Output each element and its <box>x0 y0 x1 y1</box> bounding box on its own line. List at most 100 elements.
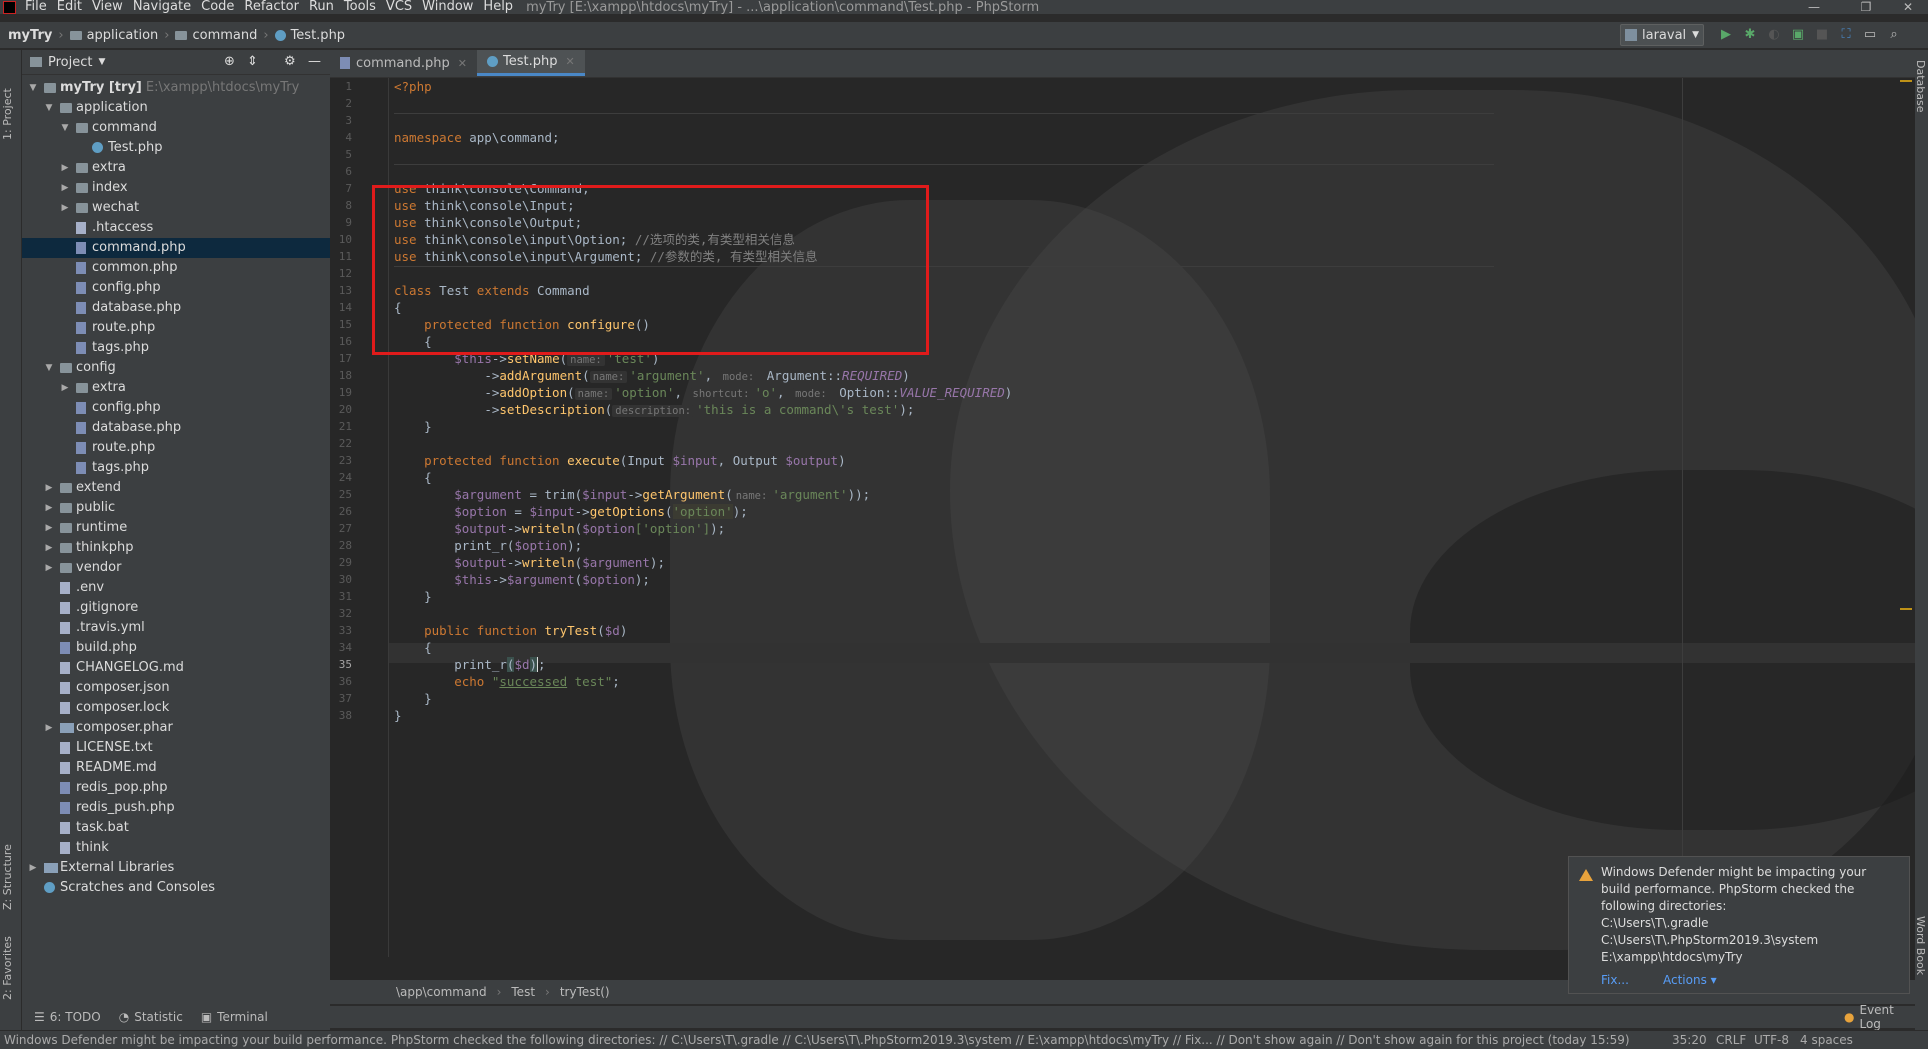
tree-item[interactable]: command.php <box>22 238 330 258</box>
tree-item[interactable]: redis_push.php <box>22 798 330 818</box>
tree-item[interactable]: ▶ extend <box>22 478 330 498</box>
run-icon[interactable]: ▶ <box>1718 27 1734 43</box>
tree-item[interactable]: route.php <box>22 318 330 338</box>
search-icon[interactable]: ⌕ <box>1886 27 1902 43</box>
tree-item[interactable]: task.bat <box>22 818 330 838</box>
tree-item[interactable]: database.php <box>22 418 330 438</box>
tree-item[interactable]: ▶ thinkphp <box>22 538 330 558</box>
chevron-right-icon[interactable]: ▶ <box>60 378 70 398</box>
breadcrumb-method[interactable]: tryTest() <box>560 985 610 999</box>
menu-navigate[interactable]: Navigate <box>128 0 196 14</box>
project-tool-tab[interactable]: 1: Project <box>1 60 14 140</box>
tree-item[interactable]: LICENSE.txt <box>22 738 330 758</box>
layout-icon[interactable]: ▭ <box>1862 27 1878 43</box>
file-encoding[interactable]: UTF-8 <box>1754 1033 1789 1047</box>
tree-item[interactable]: ▼ myTry [try] E:\xampp\htdocs\myTry <box>22 78 330 98</box>
tree-item[interactable]: README.md <box>22 758 330 778</box>
hide-panel-icon[interactable]: — <box>308 54 321 69</box>
menu-vcs[interactable]: VCS <box>381 0 417 14</box>
menu-tools[interactable]: Tools <box>339 0 381 14</box>
status-message[interactable]: Windows Defender might be impacting your… <box>4 1033 1654 1047</box>
chevron-down-icon[interactable]: ▼ <box>60 118 70 138</box>
menu-edit[interactable]: Edit <box>52 0 87 14</box>
tree-item[interactable]: ▶ runtime <box>22 518 330 538</box>
tree-item[interactable]: ▶ extra <box>22 378 330 398</box>
tree-item[interactable]: composer.json <box>22 678 330 698</box>
line-separator[interactable]: CRLF <box>1716 1033 1746 1047</box>
chevron-right-icon[interactable]: ▶ <box>60 158 70 178</box>
stop-icon[interactable]: ■ <box>1814 27 1830 43</box>
tree-item[interactable]: common.php <box>22 258 330 278</box>
tree-item[interactable]: tags.php <box>22 458 330 478</box>
tree-item[interactable]: .gitignore <box>22 598 330 618</box>
chevron-down-icon[interactable]: ▼ <box>44 358 54 378</box>
caret-position[interactable]: 35:20 <box>1672 1033 1707 1047</box>
chevron-right-icon[interactable]: ▶ <box>60 198 70 218</box>
statistic-tool-button[interactable]: ◔ Statistic <box>119 1010 183 1024</box>
tree-item[interactable]: config.php <box>22 398 330 418</box>
close-icon[interactable]: ✕ <box>1888 0 1928 14</box>
chevron-right-icon[interactable]: ▶ <box>60 178 70 198</box>
structure-tool-tab[interactable]: Z: Structure <box>1 820 14 910</box>
tree-item[interactable]: ▶ extra <box>22 158 330 178</box>
chevron-down-icon[interactable]: ▼ <box>98 57 105 67</box>
terminal-tool-button[interactable]: ▣ Terminal <box>201 1010 268 1024</box>
menu-code[interactable]: Code <box>196 0 239 14</box>
tree-item[interactable]: config.php <box>22 278 330 298</box>
chevron-down-icon[interactable]: ▼ <box>28 78 38 98</box>
tree-item[interactable]: .travis.yml <box>22 618 330 638</box>
tree-item[interactable]: database.php <box>22 298 330 318</box>
breadcrumb-command[interactable]: command <box>192 28 257 43</box>
tab-test-php[interactable]: Test.php ✕ <box>476 50 585 76</box>
tree-item[interactable]: ▼ command <box>22 118 330 138</box>
tree-item[interactable]: build.php <box>22 638 330 658</box>
tree-item[interactable]: ▶ vendor <box>22 558 330 578</box>
tree-item[interactable]: Scratches and Consoles <box>22 878 330 898</box>
gear-icon[interactable]: ⚙ <box>284 54 296 69</box>
chevron-right-icon[interactable]: ▶ <box>44 718 54 738</box>
favorites-tool-tab[interactable]: 2: Favorites <box>1 910 14 1000</box>
menu-file[interactable]: File <box>20 0 52 14</box>
tree-item[interactable]: Test.php <box>22 138 330 158</box>
tree-item[interactable]: ▶ index <box>22 178 330 198</box>
scroll-marker[interactable] <box>1900 80 1912 82</box>
chevron-right-icon[interactable]: ▶ <box>44 518 54 538</box>
chevron-down-icon[interactable]: ▼ <box>44 98 54 118</box>
tree-item[interactable]: think <box>22 838 330 858</box>
menu-run[interactable]: Run <box>304 0 339 14</box>
close-tab-icon[interactable]: ✕ <box>565 55 574 68</box>
minimize-icon[interactable]: — <box>1794 0 1834 14</box>
word-book-tool-tab[interactable]: Word Book <box>1914 916 1927 1006</box>
run-configuration-select[interactable]: laraval ▼ <box>1620 24 1704 46</box>
breadcrumb-class[interactable]: Test <box>511 985 535 999</box>
debug-icon[interactable]: ✱ <box>1742 27 1758 43</box>
profile-icon[interactable]: ▣ <box>1790 27 1806 43</box>
chevron-right-icon[interactable]: ▶ <box>44 498 54 518</box>
tree-item[interactable]: ▶ public <box>22 498 330 518</box>
tree-item[interactable]: tags.php <box>22 338 330 358</box>
breadcrumb-file[interactable]: Test.php <box>291 28 345 43</box>
chevron-right-icon[interactable]: ▶ <box>44 558 54 578</box>
tree-item[interactable]: .htaccess <box>22 218 330 238</box>
tree-item[interactable]: ▼ config <box>22 358 330 378</box>
breadcrumb-project[interactable]: myTry <box>8 28 52 43</box>
scroll-marker[interactable] <box>1900 608 1912 610</box>
actions-dropdown[interactable]: Actions ▾ <box>1663 973 1717 987</box>
menu-view[interactable]: View <box>87 0 128 14</box>
chevron-right-icon[interactable]: ▶ <box>44 478 54 498</box>
event-log-button[interactable]: ● Event Log <box>1844 1003 1915 1031</box>
tab-command-php[interactable]: command.php ✕ <box>330 50 477 76</box>
translate-icon[interactable]: ⛶ <box>1838 27 1854 43</box>
database-tool-tab[interactable]: Database <box>1914 60 1927 140</box>
fix-link[interactable]: Fix... <box>1601 973 1629 987</box>
chevron-right-icon[interactable]: ▶ <box>28 858 38 878</box>
breadcrumb-namespace[interactable]: \app\command <box>396 985 487 999</box>
menu-help[interactable]: Help <box>478 0 518 14</box>
indent-setting[interactable]: 4 spaces <box>1800 1033 1853 1047</box>
project-view-select[interactable]: Project <box>48 55 92 70</box>
tree-item[interactable]: redis_pop.php <box>22 778 330 798</box>
tree-item[interactable]: CHANGELOG.md <box>22 658 330 678</box>
tree-item[interactable]: route.php <box>22 438 330 458</box>
tree-item[interactable]: ▼ application <box>22 98 330 118</box>
tree-item[interactable]: .env <box>22 578 330 598</box>
